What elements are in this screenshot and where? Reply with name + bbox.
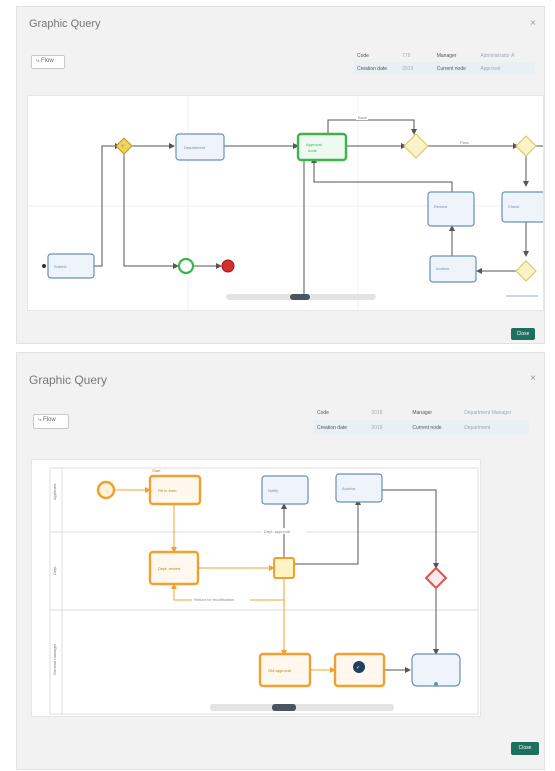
flow-icon: ⤷ [38,417,42,423]
svg-text:GM approval: GM approval [268,668,291,673]
svg-text:General manager: General manager [52,643,57,675]
flow-button[interactable]: ⤷ Flow [31,55,65,69]
info-value: 779 [402,52,411,59]
info-row: Creation date 2019 Current node Departme… [313,420,529,435]
task-node: Fill in form Start [148,468,202,506]
svg-text:Review: Review [434,204,447,209]
gateway: + [115,137,133,155]
close-icon[interactable]: × [530,18,536,29]
process-diagram-canvas[interactable]: Applicant Dept. General manager Dept. ap… [31,459,481,717]
svg-text:Start: Start [152,468,161,473]
svg-text:Notify: Notify [268,488,278,493]
gateway [515,135,537,157]
task-node: Review [427,191,475,227]
task-node: Notify [261,475,309,505]
info-key: Code [317,409,329,416]
info-key: Creation date [357,65,388,72]
info-key: Manager [436,52,457,59]
svg-text:Dept. approval: Dept. approval [264,529,290,534]
gateway [424,566,448,590]
svg-text:Archive: Archive [342,486,356,491]
task-node: Department [175,133,225,161]
gateway [506,260,538,297]
svg-text:Return for modification: Return for modification [194,597,234,602]
scrollbar-thumb[interactable] [272,704,296,711]
end-task-node [411,653,461,687]
horizontal-scrollbar[interactable] [210,704,394,711]
info-table: Code 2018 Manager Department Manager Cre… [313,405,529,435]
info-value: Administrator A [480,52,515,59]
info-value: 2019 [371,424,383,431]
info-key: Current node [412,424,442,431]
info-value: Department Manager [464,409,512,416]
active-task-node: ✓ [333,652,386,688]
svg-text:+: + [121,144,125,150]
info-value: Approval [480,65,501,72]
close-icon[interactable]: × [530,373,536,384]
info-value: 2019 [402,65,414,72]
info-row: Code 2018 Manager Department Manager [313,405,529,420]
info-value: Department [464,424,491,431]
flow-button-label: Flow [41,58,54,64]
process-diagram-canvas[interactable]: Back Pass Submit + Department Approval n… [27,95,544,311]
info-key: Current node [436,65,466,72]
svg-text:Back: Back [358,115,367,120]
task-node: Check [501,191,543,223]
task-node: Dept. review [148,550,200,586]
svg-text:Submit: Submit [54,264,67,269]
task-node: GM approval [258,652,312,688]
flow-button-label: Flow [43,417,56,423]
svg-text:Dept. review: Dept. review [158,566,180,571]
task-node: Submit [42,253,95,279]
svg-text:Applicant: Applicant [52,483,57,500]
svg-text:Department: Department [184,145,206,150]
swimlane-diagram: Applicant Dept. General manager Dept. ap… [49,467,479,715]
flow-button[interactable]: ⤷ Flow [33,414,69,429]
svg-text:Approval: Approval [306,142,322,147]
close-button[interactable]: Close [511,328,535,340]
svg-text:Check: Check [508,204,519,209]
info-key: Code [357,52,369,59]
graphic-query-dialog-bottom: Graphic Query × ⤷ Flow Code 2018 Manager… [16,352,545,770]
svg-text:Pass: Pass [460,140,469,145]
flow-icon: ⤷ [36,58,40,64]
task-node: Archive [335,473,383,503]
start-event [96,480,116,500]
gateway [403,133,429,159]
svg-text:node: node [308,148,318,153]
active-task-node: Approval node [296,132,348,162]
svg-text:✓: ✓ [356,665,360,671]
info-row: Code 779 Manager Administrator A [353,49,535,62]
info-key: Manager [412,409,433,416]
scrollbar-thumb[interactable] [290,294,310,300]
process-diagram: Back Pass Submit + Department Approval n… [28,96,543,310]
svg-text:Archive: Archive [436,266,450,271]
svg-text:Fill in form: Fill in form [158,488,177,493]
info-key: Creation date [317,424,348,431]
info-value: 2018 [371,409,383,416]
gateway [273,557,295,579]
dialog-title: Graphic Query [29,373,108,387]
close-button[interactable]: Close [511,742,539,755]
graphic-query-dialog-top: Graphic Query × ⤷ Flow Code 779 Manager … [16,6,545,344]
dialog-title: Graphic Query [29,18,101,30]
info-row: Creation date 2019 Current node Approval [353,62,535,75]
task-node: Archive [429,255,477,283]
info-table: Code 779 Manager Administrator A Creatio… [353,49,535,75]
svg-text:Dept.: Dept. [52,565,57,575]
